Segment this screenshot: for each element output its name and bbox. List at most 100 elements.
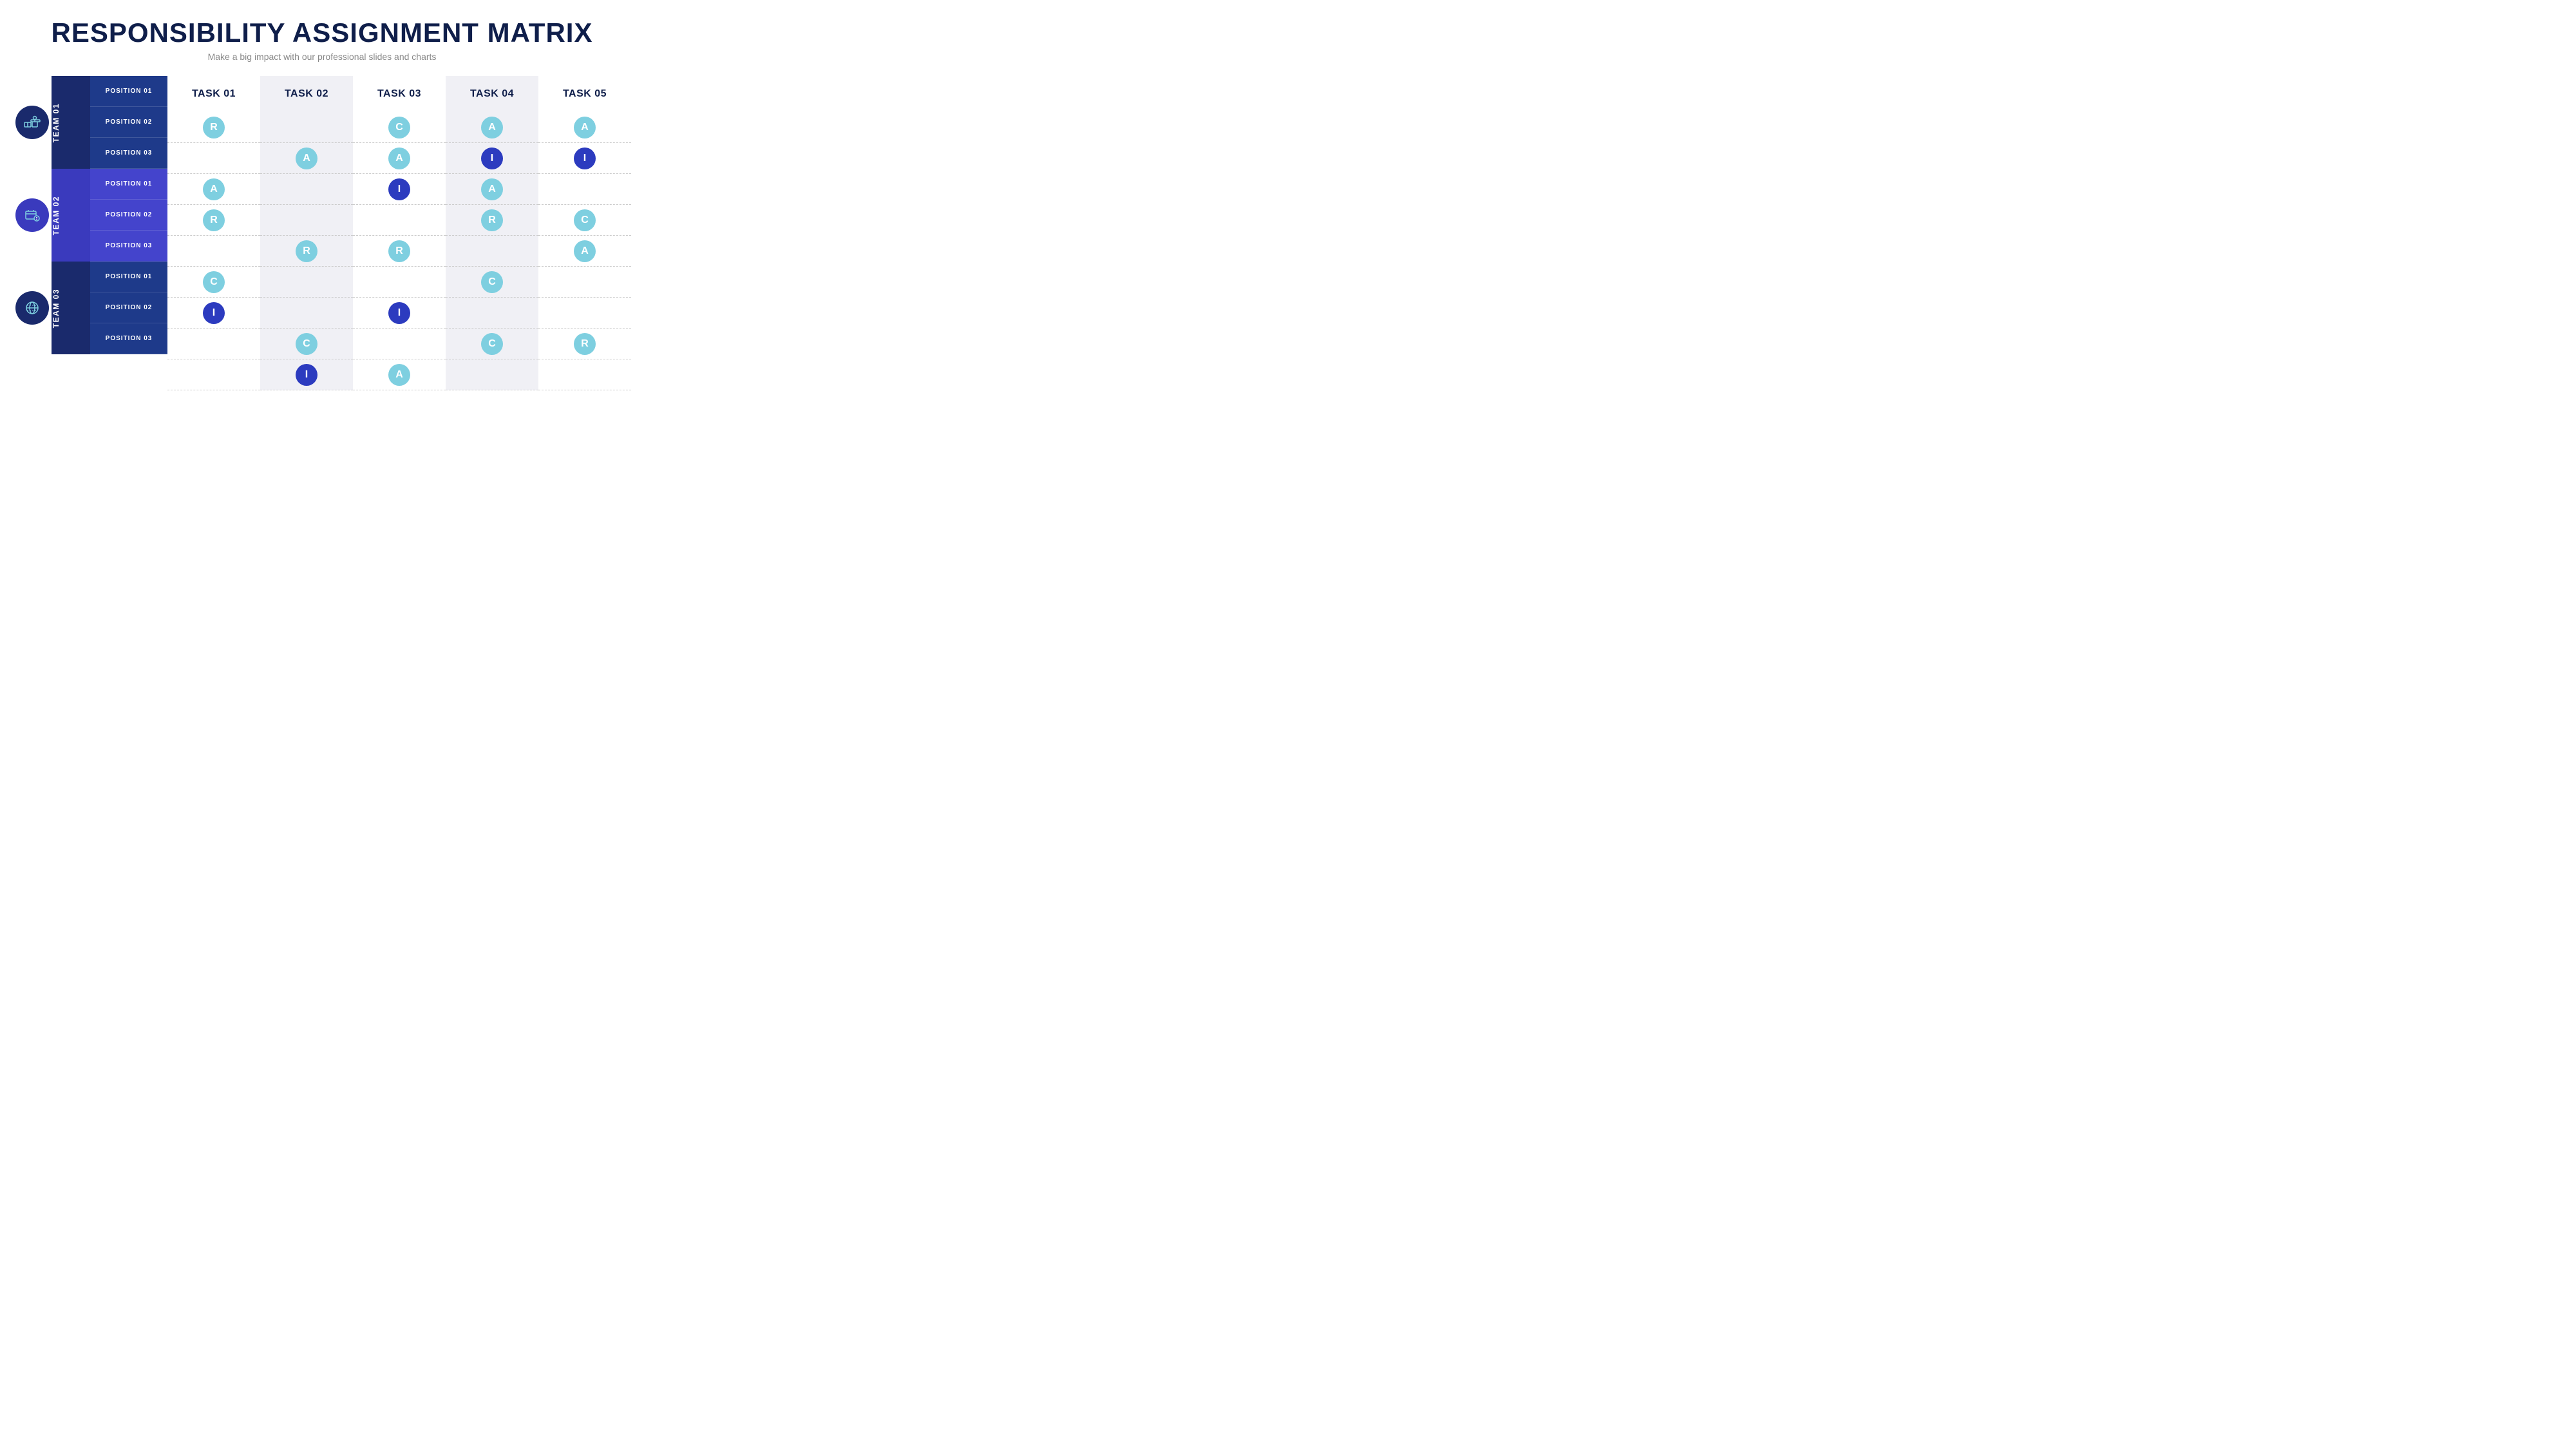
task-header-5: TASK 05 [538, 76, 631, 112]
positions-col-1: POSITION 01POSITION 02POSITION 03 [90, 76, 167, 169]
task-cell-t3-p2-task1 [167, 329, 260, 359]
task-cell-t1-p3-task4: A [446, 174, 538, 205]
task-cell-t2-p3-task4: C [446, 267, 538, 298]
team-icon-2 [15, 198, 49, 232]
task-header-2: TASK 02 [260, 76, 353, 112]
task-cell-t1-p1-task5: A [538, 112, 631, 143]
task-cell-t2-p1-task2 [260, 205, 353, 236]
task-cell-t3-p3-task2: I [260, 359, 353, 390]
task-cell-t3-p1-task4 [446, 298, 538, 329]
matrix-wrapper: TEAM 01POSITION 01POSITION 02POSITION 03… [13, 76, 631, 390]
position-cell-2-3: POSITION 03 [90, 231, 167, 262]
task-cell-t3-p2-task5: R [538, 329, 631, 359]
badge-a: A [388, 148, 410, 169]
positions-col-2: POSITION 01POSITION 02POSITION 03 [90, 169, 167, 262]
badge-c: C [203, 271, 225, 293]
task-cell-t3-p1-task3: I [353, 298, 446, 329]
badge-i: I [296, 364, 317, 386]
team-header-2: TEAM 02POSITION 01POSITION 02POSITION 03 [13, 169, 167, 262]
task-cell-t2-p2-task5: A [538, 236, 631, 267]
page: RESPONSIBILITY ASSIGNMENT MATRIX Make a … [0, 0, 644, 403]
right-panel: TASK 01RARCITASK 02ARCITASK 03CAIRIATASK… [167, 76, 631, 390]
left-panel: TEAM 01POSITION 01POSITION 02POSITION 03… [13, 76, 167, 390]
badge-a: A [203, 178, 225, 200]
positions-col-3: POSITION 01POSITION 02POSITION 03 [90, 262, 167, 354]
team-label-col-1: TEAM 01 [52, 76, 90, 169]
task-cell-t3-p1-task1: I [167, 298, 260, 329]
task-cell-t2-p3-task5 [538, 267, 631, 298]
position-cell-3-1: POSITION 01 [90, 262, 167, 292]
task-cell-t3-p3-task5 [538, 359, 631, 390]
task-cell-t2-p1-task5: C [538, 205, 631, 236]
position-cell-3-3: POSITION 03 [90, 323, 167, 354]
page-subtitle: Make a big impact with our professional … [208, 52, 437, 62]
page-title: RESPONSIBILITY ASSIGNMENT MATRIX [52, 18, 593, 48]
task-column-2: TASK 02 A R CI [260, 76, 353, 390]
badge-a: A [574, 240, 596, 262]
team-block-2: TEAM 02POSITION 01POSITION 02POSITION 03 [13, 169, 167, 262]
badge-r: R [481, 209, 503, 231]
task-cell-t2-p2-task1 [167, 236, 260, 267]
task-column-3: TASK 03CAIRIA [353, 76, 446, 390]
badge-c: C [574, 209, 596, 231]
badge-r: R [203, 209, 225, 231]
task-cell-t1-p2-task3: A [353, 143, 446, 174]
task-cell-t1-p3-task3: I [353, 174, 446, 205]
position-cell-1-3: POSITION 03 [90, 138, 167, 169]
badge-i: I [574, 148, 596, 169]
badge-r: R [296, 240, 317, 262]
task-header-3: TASK 03 [353, 76, 446, 112]
badge-a: A [481, 178, 503, 200]
task-header-4: TASK 04 [446, 76, 538, 112]
badge-c: C [481, 271, 503, 293]
task-cell-t1-p2-task4: I [446, 143, 538, 174]
task-cell-t3-p2-task3 [353, 329, 446, 359]
task-cell-t2-p3-task2 [260, 267, 353, 298]
team-icon-col-2 [13, 169, 52, 262]
team-icon-col-3 [13, 262, 52, 354]
task-cell-t2-p2-task3: R [353, 236, 446, 267]
task-cell-t2-p3-task3 [353, 267, 446, 298]
position-cell-2-1: POSITION 01 [90, 169, 167, 200]
task-cell-t2-p1-task4: R [446, 205, 538, 236]
position-cell-1-1: POSITION 01 [90, 76, 167, 107]
badge-a: A [388, 364, 410, 386]
task-cell-t3-p1-task2 [260, 298, 353, 329]
task-cell-t2-p2-task2: R [260, 236, 353, 267]
team-label-3: TEAM 03 [52, 283, 90, 333]
team-label-col-2: TEAM 02 [52, 169, 90, 262]
team-label-2: TEAM 02 [52, 191, 90, 240]
team-icon-col-1 [13, 76, 52, 169]
task-cell-t1-p2-task1 [167, 143, 260, 174]
task-cell-t1-p1-task3: C [353, 112, 446, 143]
task-cell-t2-p3-task1: C [167, 267, 260, 298]
task-column-4: TASK 04AIARCC [446, 76, 538, 390]
task-cell-t2-p1-task1: R [167, 205, 260, 236]
badge-c: C [388, 117, 410, 138]
task-cell-t1-p1-task4: A [446, 112, 538, 143]
position-cell-3-2: POSITION 02 [90, 292, 167, 323]
task-cell-t3-p1-task5 [538, 298, 631, 329]
task-cell-t1-p1-task2 [260, 112, 353, 143]
badge-a: A [574, 117, 596, 138]
task-cell-t1-p3-task2 [260, 174, 353, 205]
team-icon-1 [15, 106, 49, 139]
task-cell-t3-p3-task4 [446, 359, 538, 390]
badge-i: I [388, 178, 410, 200]
task-cell-t3-p2-task4: C [446, 329, 538, 359]
team-header-1: TEAM 01POSITION 01POSITION 02POSITION 03 [13, 76, 167, 169]
task-cell-t2-p1-task3 [353, 205, 446, 236]
badge-i: I [388, 302, 410, 324]
task-cell-t3-p3-task3: A [353, 359, 446, 390]
task-cell-t3-p2-task2: C [260, 329, 353, 359]
task-header-1: TASK 01 [167, 76, 260, 112]
task-cell-t3-p3-task1 [167, 359, 260, 390]
position-cell-1-2: POSITION 02 [90, 107, 167, 138]
badge-c: C [481, 333, 503, 355]
badge-c: C [296, 333, 317, 355]
badge-r: R [574, 333, 596, 355]
team-block-3: TEAM 03POSITION 01POSITION 02POSITION 03 [13, 262, 167, 354]
task-column-5: TASK 05AICAR [538, 76, 631, 390]
badge-r: R [388, 240, 410, 262]
badge-a: A [296, 148, 317, 169]
